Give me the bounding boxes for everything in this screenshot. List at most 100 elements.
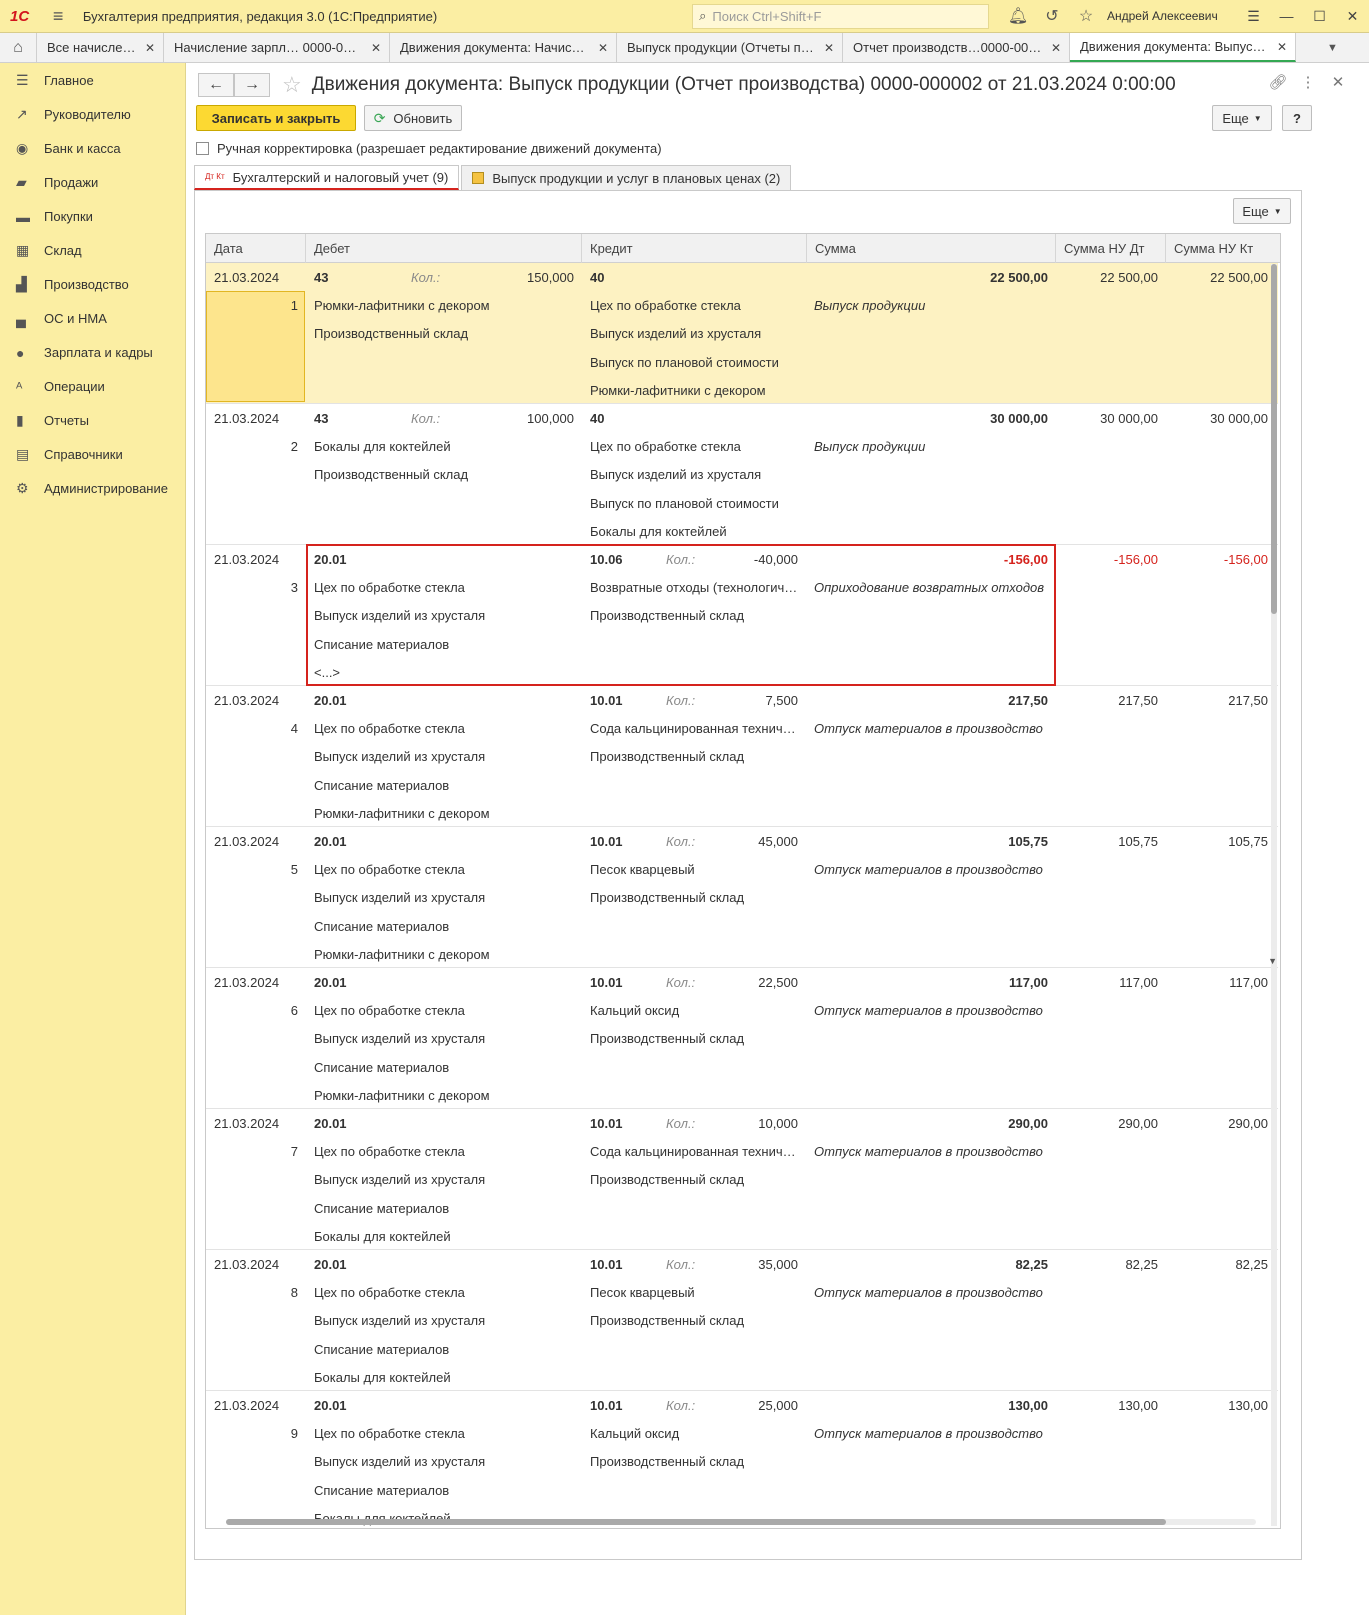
table-row[interactable]: 21.03.2024 9 20.01 Цех по обработке стекла В… [206, 1391, 1278, 1528]
scrollbar-thumb[interactable] [226, 1519, 1166, 1525]
window-tab[interactable]: Выпуск продукции (Отчеты пр… ✕ [617, 33, 843, 62]
sidebar-item[interactable]: ▦ Склад [0, 233, 185, 268]
section-icon: ● [16, 344, 25, 361]
manual-correction-checkbox[interactable]: Ручная корректировка (разрешает редактир… [196, 141, 662, 156]
column-sum[interactable]: Сумма [807, 234, 1056, 263]
close-tab-icon[interactable]: ✕ [371, 41, 381, 55]
column-debit[interactable]: Дебет [306, 234, 582, 263]
cell-credit-qty-label: Кол.: [666, 975, 696, 990]
cell-sum: 22 500,00 [990, 270, 1048, 285]
favorites-star-icon[interactable]: ☆ [1069, 6, 1103, 26]
close-tab-icon[interactable]: ✕ [145, 41, 155, 55]
main-menu-icon[interactable]: ≡ [43, 6, 72, 27]
table-row[interactable]: 21.03.2024 2 43 Кол.: 100,000 Бокалы для кокт… [206, 404, 1278, 545]
vertical-scrollbar[interactable] [1271, 264, 1277, 1526]
cell-debit-subconto: Цех по обработке стекла [314, 1285, 465, 1301]
cell-line-number: 7 [290, 1144, 298, 1159]
favorite-star-icon[interactable]: ☆ [282, 72, 302, 98]
window-tab[interactable]: Движения документа: Выпуск … ✕ [1070, 33, 1296, 62]
cell-credit-subconto: Производственный склад [590, 1454, 745, 1470]
window-tab[interactable]: Отчет производств…0000-000002 ✕ [843, 33, 1070, 62]
global-search-input[interactable]: ⌕ Поиск Ctrl+Shift+F [692, 3, 989, 29]
cell-credit-account: 10.01 [590, 975, 623, 990]
column-credit[interactable]: Кредит [582, 234, 807, 263]
manual-correction-label: Ручная корректировка (разрешает редактир… [217, 141, 662, 156]
cell-sum: 30 000,00 [990, 411, 1048, 426]
history-icon[interactable]: ↺ [1035, 6, 1069, 26]
cell-credit-account: 10.01 [590, 1257, 623, 1272]
refresh-button[interactable]: ⟳ Обновить [364, 105, 462, 131]
cell-debit-subconto: Списание материалов [314, 918, 450, 934]
user-name[interactable]: Андрей Алексеевич [1107, 9, 1237, 23]
table-row[interactable]: 21.03.2024 7 20.01 Цех по обработке стекла В… [206, 1109, 1278, 1250]
sidebar-item[interactable]: ⚙ Администрирование [0, 471, 185, 506]
home-icon[interactable]: ⌂ [0, 33, 37, 62]
window-tab-label: Все начисления [47, 40, 137, 55]
close-tab-icon[interactable]: ✕ [1277, 40, 1287, 54]
close-tab-icon[interactable]: ✕ [1051, 41, 1061, 55]
tab-planned-prices-label: Выпуск продукции и услуг в плановых цена… [492, 170, 781, 186]
scrollbar-thumb[interactable] [1271, 264, 1277, 614]
more-actions-icon[interactable]: ⋮ [1293, 73, 1323, 91]
close-tab-icon[interactable]: ✕ [598, 41, 608, 55]
cell-debit-subconto: Выпуск изделий из хрусталя [314, 1031, 486, 1047]
more-button[interactable]: Еще ▼ [1212, 105, 1272, 131]
cell-content: Отпуск материалов в производство [814, 721, 1043, 736]
checkbox-box[interactable] [196, 142, 209, 155]
cell-content: Выпуск продукции [814, 298, 926, 313]
window-tab[interactable]: Начисление зарпл… 0000-000002 ✕ [164, 33, 390, 62]
cell-debit-subconto: Цех по обработке стекла [314, 721, 465, 737]
chevron-down-icon: ▼ [1253, 113, 1262, 123]
sidebar-item[interactable]: ▤ Справочники [0, 437, 185, 472]
sidebar-item-label: Руководителю [44, 107, 131, 122]
sidebar-item[interactable]: ↗ Руководителю [0, 97, 185, 132]
table-row[interactable]: 21.03.2024 5 20.01 Цех по обработке стекла В… [206, 827, 1278, 968]
horizontal-scrollbar[interactable] [226, 1519, 1256, 1525]
table-row[interactable]: 21.03.2024 4 20.01 Цех по обработке стекла В… [206, 686, 1278, 827]
help-button[interactable]: ? [1282, 105, 1312, 131]
column-sum-nu-kt[interactable]: Сумма НУ Кт [1166, 234, 1278, 263]
dt-kt-icon: Дт Кт [205, 172, 225, 181]
table-row[interactable]: 21.03.2024 8 20.01 Цех по обработке стекла В… [206, 1250, 1278, 1391]
cell-credit-subconto: Производственный склад [590, 1313, 745, 1329]
scroll-down-icon[interactable]: ▼ [1268, 956, 1277, 966]
tabs-list-icon[interactable]: ▼ [1296, 33, 1369, 62]
minimize-icon[interactable]: — [1270, 8, 1303, 24]
save-and-close-button[interactable]: Записать и закрыть [196, 105, 356, 131]
sidebar-item[interactable]: ᴬ Операции [0, 369, 185, 404]
back-button[interactable]: ← [198, 73, 234, 97]
window-tab[interactable]: Движения документа: Начисле… ✕ [390, 33, 617, 62]
table-row[interactable]: 21.03.2024 1 43 Кол.: 150,000 Рюмки-лафитники… [206, 263, 1278, 404]
forward-button[interactable]: → [234, 73, 270, 97]
window-tab[interactable]: Все начисления ✕ [37, 33, 164, 62]
tab-accounting[interactable]: Дт Кт Бухгалтерский и налоговый учет (9) [194, 165, 460, 190]
highlight-frame [306, 544, 1056, 686]
sidebar-item[interactable]: ▬ Покупки [0, 199, 185, 234]
column-date[interactable]: Дата [206, 234, 306, 263]
sections-sidebar: ☰ Главное ↗ Руководителю ◉ Банк и касса ▰ Прода… [0, 63, 186, 1615]
tab-planned-prices[interactable]: Выпуск продукции и услуг в плановых цена… [461, 165, 792, 190]
sidebar-item[interactable]: ☰ Главное [0, 63, 185, 98]
sidebar-item[interactable]: ▄ ОС и НМА [0, 301, 185, 336]
sidebar-item[interactable]: ▮ Отчеты [0, 403, 185, 438]
close-window-icon[interactable]: ✕ [1336, 8, 1369, 25]
table-row[interactable]: 21.03.2024 3 20.01 Цех по обработке стекла В… [206, 544, 1278, 686]
sidebar-item[interactable]: ◉ Банк и касса [0, 131, 185, 166]
cell-credit-subconto: Производственный склад [590, 1172, 745, 1188]
bell-icon[interactable]: 🔔︎ [1001, 6, 1035, 26]
section-icon: ▬ [16, 208, 30, 225]
cell-sum-nu-kt: 217,50 [1228, 693, 1268, 708]
cell-debit-subconto: Цех по обработке стекла [314, 1144, 465, 1160]
link-icon[interactable]: 🔗︎ [1263, 73, 1293, 91]
maximize-icon[interactable]: ☐ [1303, 8, 1336, 25]
sidebar-item[interactable]: ▟ Производство [0, 267, 185, 302]
sidebar-item[interactable]: ● Зарплата и кадры [0, 335, 185, 370]
close-tab-icon[interactable]: ✕ [824, 41, 834, 55]
close-form-icon[interactable]: ✕ [1323, 73, 1353, 91]
sidebar-item-label: Операции [44, 379, 105, 394]
table-row[interactable]: 21.03.2024 6 20.01 Цех по обработке стекла В… [206, 968, 1278, 1109]
table-more-button[interactable]: Еще ▼ [1233, 198, 1291, 224]
settings-menu-icon[interactable]: ☰ [1237, 8, 1270, 25]
column-sum-nu-dt[interactable]: Сумма НУ Дт [1056, 234, 1166, 263]
sidebar-item[interactable]: ▰ Продажи [0, 165, 185, 200]
